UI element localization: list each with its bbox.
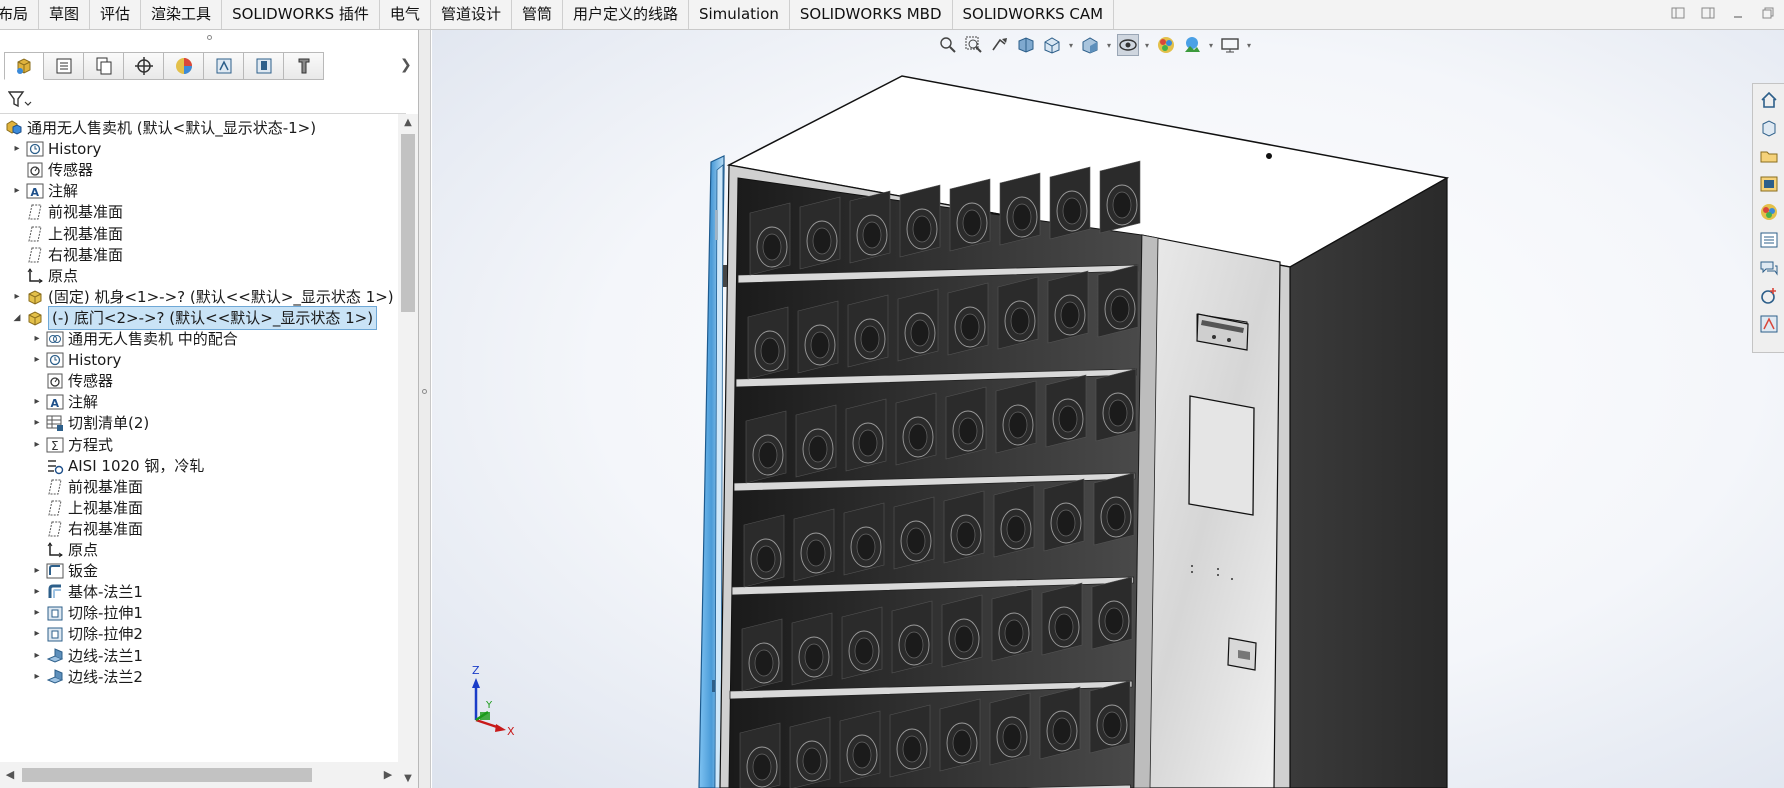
command-manager-tabbar: 布局 草图 评估 渲染工具 SOLIDWORKS 插件 电气 管道设计 管筒 用户定义的线路 Si… [0,0,1784,30]
tree-node-label: 边线-法兰2 [68,667,143,686]
annotation-icon: A [46,393,64,411]
tab-1[interactable]: 草图 [39,0,91,29]
pickup-slot [1227,637,1257,671]
axis-z-label: Z [472,664,480,677]
configuration-manager-icon[interactable] [84,52,124,80]
part-icon [26,309,44,327]
plane-icon [26,225,44,243]
cam-tool-tree-icon[interactable] [284,52,324,80]
graphics-area[interactable]: ▾ ▾ ▾ ▾ ▾ Z Y X [432,30,1784,788]
scroll-right-icon[interactable]: ▶ [378,762,398,788]
plane-icon [46,478,64,496]
cam-icon[interactable] [1759,314,1779,334]
plane-icon [46,520,64,538]
view-palette-icon[interactable] [1759,174,1779,194]
property-manager-icon[interactable] [44,52,84,80]
tab-5[interactable]: 电气 [380,0,431,29]
restore-icon[interactable] [1760,6,1776,22]
tab-6[interactable]: 管道设计 [431,0,512,29]
tab-11[interactable]: SOLIDWORKS CAM [953,0,1115,29]
design-library-icon[interactable] [1759,118,1779,138]
sensor-icon [26,161,44,179]
cutlist-icon [46,414,64,432]
tab-8[interactable]: 用户定义的线路 [563,0,689,29]
tab-7[interactable]: 管筒 [512,0,563,29]
cut-extrude-icon [46,604,64,622]
svg-text:A: A [51,397,60,410]
edge-flange-icon [46,668,64,686]
svg-text:A: A [31,186,40,199]
display-screen [1188,395,1255,516]
plane-icon [26,246,44,264]
display-manager-icon[interactable] [164,52,204,80]
minimize-icon[interactable] [1730,6,1746,22]
forum-icon[interactable] [1759,258,1779,278]
axis-triad: Z Y X [462,664,522,740]
annotation-icon: A [26,182,44,200]
origin-icon [26,267,44,285]
sensor-icon [46,372,64,390]
sheetmetal-icon [46,562,64,580]
scroll-up-icon[interactable]: ▲ [398,114,418,132]
tree-vertical-scrollbar[interactable]: ▲ ▼ [398,114,418,788]
cut-extrude-icon [46,625,64,643]
scroll-down-icon[interactable]: ▼ [398,770,418,788]
tab-4[interactable]: SOLIDWORKS 插件 [222,0,380,29]
tab-3[interactable]: 渲染工具 [141,0,223,29]
axis-x-label: X [507,725,515,738]
part-icon [26,288,44,306]
panel-grip[interactable] [0,33,419,47]
open-door [698,155,725,788]
panel-splitter[interactable] [419,30,431,788]
base-flange-icon [46,583,64,601]
custom-properties-icon[interactable] [1759,230,1779,250]
history-icon [26,140,44,158]
vending-machine-model[interactable] [432,30,1784,788]
plane-icon [26,203,44,221]
axis-y-label: Y [486,700,493,711]
scroll-thumb[interactable] [401,134,415,312]
cam-feature-tree-icon[interactable] [204,52,244,80]
tab-9[interactable]: Simulation [689,0,790,29]
filter-icon[interactable] [7,90,32,112]
appearances-icon[interactable] [1759,202,1779,222]
feature-tree: 通用无人售卖机 (默认<默认_显示状态-1>) ▸ History 传感器 ▸ A 注解 前视… [0,114,398,762]
equation-icon: Σ [46,436,64,454]
expander-closed-icon[interactable]: ▸ [32,665,42,689]
hscroll-thumb[interactable] [22,768,312,782]
cam-operation-tree-icon[interactable] [244,52,284,80]
edge-flange-icon [46,647,64,665]
assembly-icon [5,119,23,137]
material-icon [46,457,64,475]
tab-10[interactable]: SOLIDWORKS MBD [790,0,953,29]
home-icon[interactable] [1759,90,1779,110]
command-tabs: 布局 草图 评估 渲染工具 SOLIDWORKS 插件 电气 管道设计 管筒 用户定义的线路 Si… [0,0,1115,30]
task-pane [1752,83,1784,353]
tree-node[interactable]: ▸ 边线-法兰2 [0,665,398,689]
chevron-right-icon[interactable]: ❯ [400,57,412,73]
tab-0[interactable]: 布局 [0,0,40,29]
filter-bar [0,84,406,114]
plane-icon [46,499,64,517]
svg-text:Σ: Σ [51,439,59,453]
feature-manager-panel: ❯ 通用无人售卖机 (默认<默认_显示状态-1>) ▸ History 传感器 ▸ A 注解… [0,30,419,788]
tree-horizontal-scrollbar[interactable]: ◀ ▶ [0,762,398,788]
tile-right-icon[interactable] [1700,6,1716,22]
feature-manager-icon[interactable] [4,52,44,80]
tile-left-icon[interactable] [1670,6,1686,22]
add-in-icon[interactable] [1759,286,1779,306]
tab-2[interactable]: 评估 [90,0,142,29]
window-controls [1670,6,1776,22]
origin-icon [46,541,64,559]
mates-icon [46,330,64,348]
scroll-left-icon[interactable]: ◀ [0,762,20,788]
manager-tabs [4,52,324,80]
file-explorer-icon[interactable] [1759,146,1779,166]
dimxpert-manager-icon[interactable] [124,52,164,80]
history-icon [46,351,64,369]
